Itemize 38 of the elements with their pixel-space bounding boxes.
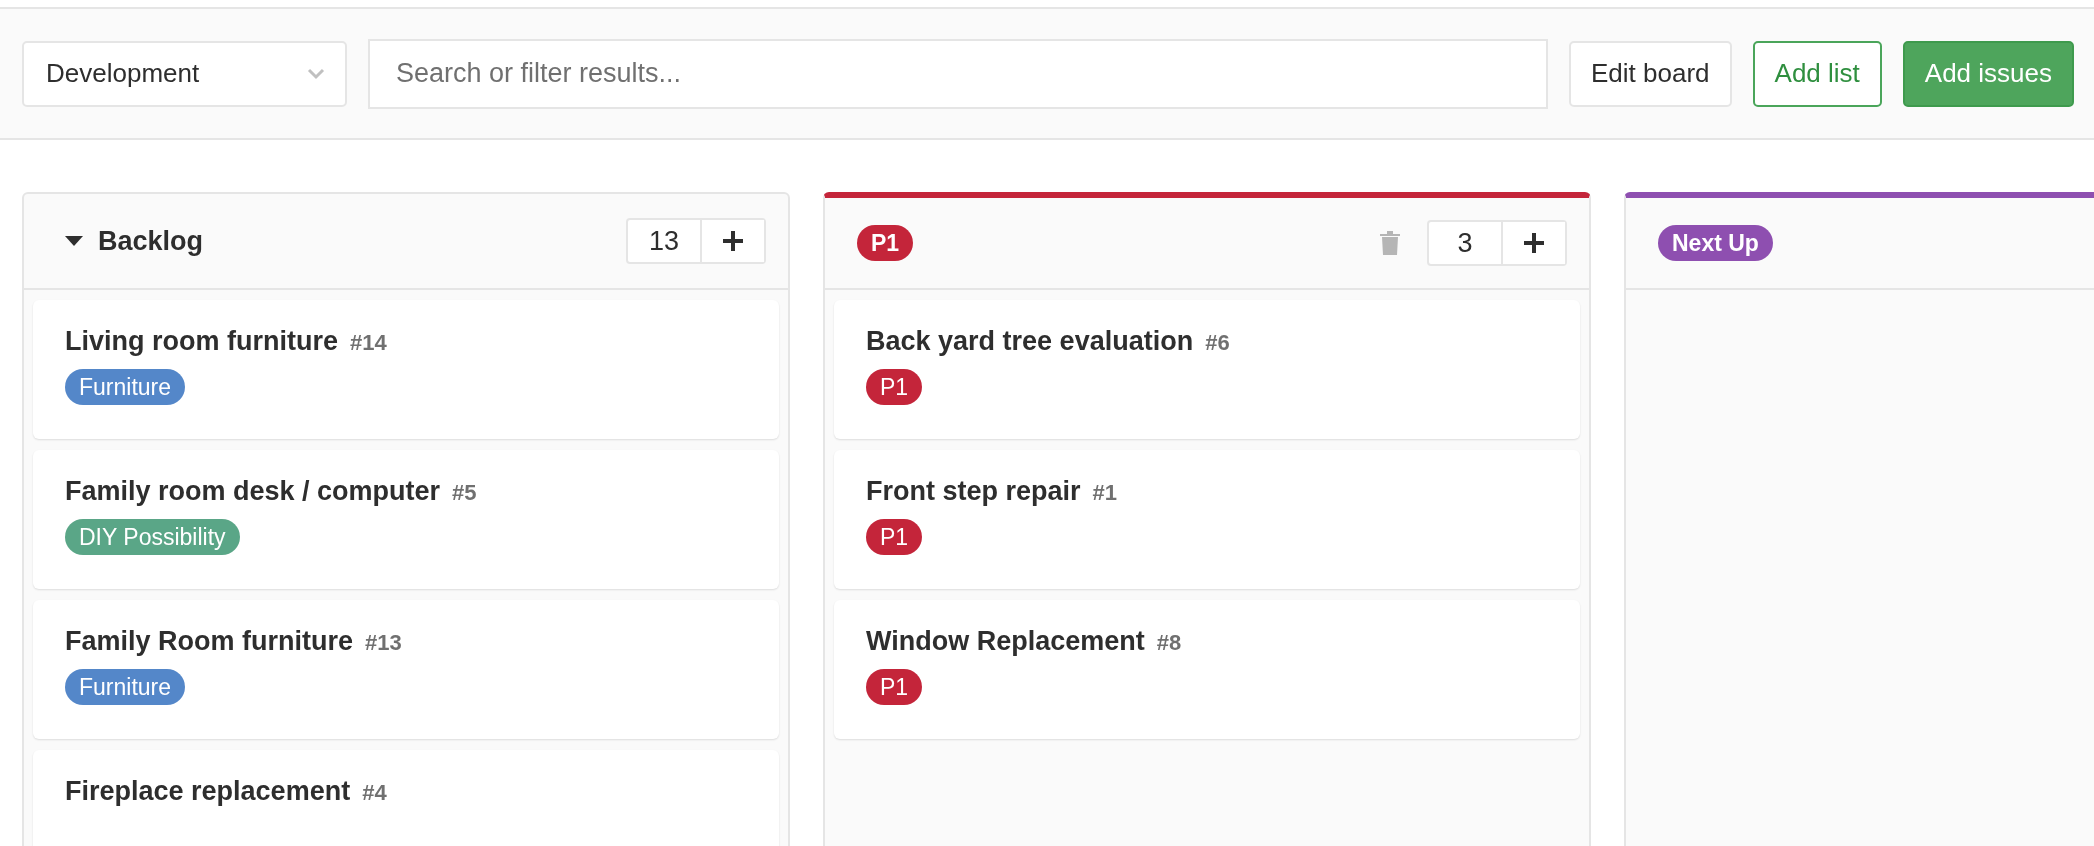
issue-card[interactable]: Back yard tree evaluation #6 P1 xyxy=(834,300,1580,439)
plus-icon xyxy=(723,231,743,251)
issue-number: #4 xyxy=(362,780,387,806)
issue-number: #6 xyxy=(1205,330,1230,356)
issue-title[interactable]: Back yard tree evaluation xyxy=(866,326,1194,357)
issue-title[interactable]: Family Room furniture xyxy=(65,626,354,657)
issue-number: #5 xyxy=(452,480,477,506)
list-label: Next Up xyxy=(1658,225,1773,261)
chevron-down-icon xyxy=(307,67,325,80)
issue-card[interactable]: Family Room furniture #13 Furniture xyxy=(33,600,779,739)
issue-label: Furniture xyxy=(65,669,186,705)
issue-label: P1 xyxy=(866,519,923,555)
list-label: P1 xyxy=(857,225,914,261)
search-field[interactable]: Search or filter results... xyxy=(368,38,1548,109)
issue-card[interactable]: Living room furniture #14 Furniture xyxy=(33,300,779,439)
issue-title[interactable]: Family room desk / computer xyxy=(65,476,441,507)
issue-number: #8 xyxy=(1156,630,1182,656)
issue-card[interactable]: Family room desk / computer #5 DIY Possibility xyxy=(33,450,779,589)
issue-card[interactable]: Fireplace replacement #4 xyxy=(33,750,779,846)
issue-number: #13 xyxy=(365,630,402,656)
toolbar-button[interactable]: Add list xyxy=(1752,40,1882,107)
issue-label: DIY Possibility xyxy=(65,519,240,555)
toolbar-button[interactable]: Edit board xyxy=(1569,40,1732,107)
plus-icon xyxy=(1524,233,1544,253)
issue-number: #1 xyxy=(1092,480,1118,506)
issue-title[interactable]: Fireplace replacement xyxy=(65,776,351,807)
list-title: Backlog xyxy=(98,225,204,257)
issue-title[interactable]: Front step repair xyxy=(866,476,1081,507)
issue-card[interactable]: Window Replacement #8 P1 xyxy=(834,600,1580,739)
issue-number: #14 xyxy=(350,330,387,356)
issue-title[interactable]: Living room furniture xyxy=(65,326,338,357)
board-dropdown[interactable]: Development xyxy=(22,40,347,107)
issue-label: P1 xyxy=(866,369,923,405)
issue-card[interactable]: Front step repair #1 P1 xyxy=(834,450,1580,589)
issue-label: Furniture xyxy=(65,369,186,405)
caret-icon[interactable] xyxy=(64,235,84,247)
issue-label: P1 xyxy=(866,669,923,705)
issue-title[interactable]: Window Replacement xyxy=(866,626,1145,657)
